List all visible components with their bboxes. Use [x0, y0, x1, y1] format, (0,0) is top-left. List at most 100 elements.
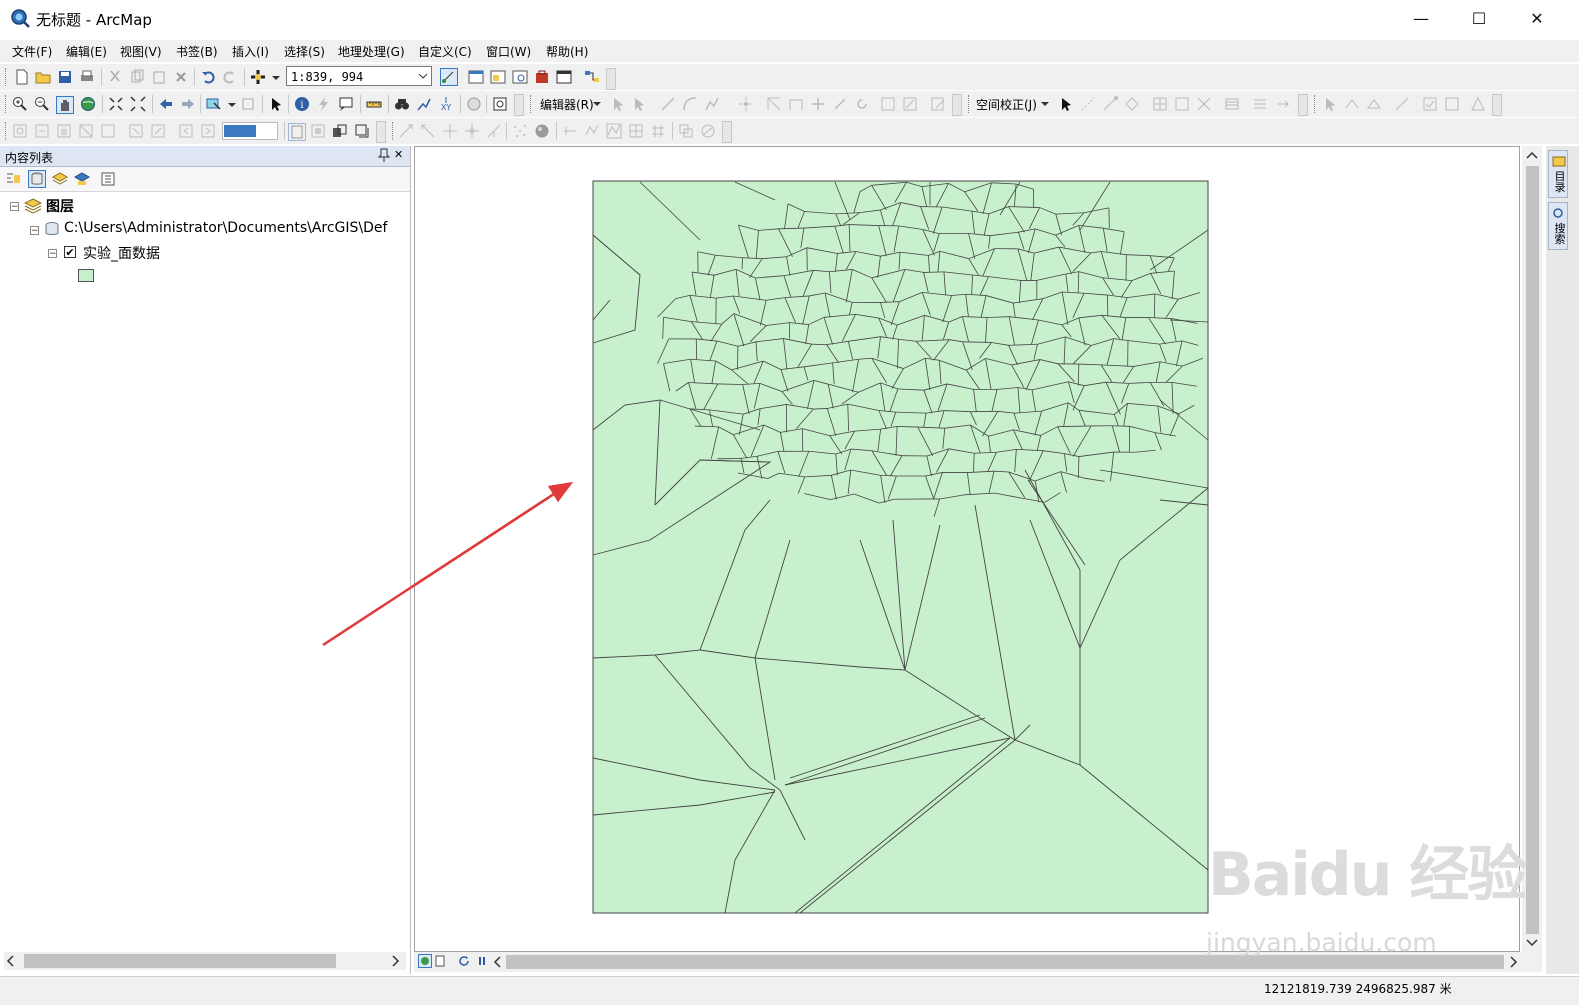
edit-tool-arrow-icon[interactable]: [610, 96, 626, 112]
attribute-transfer-icon[interactable]: [1276, 96, 1292, 112]
go-to-xy-icon[interactable]: XY: [438, 96, 454, 112]
list-by-selection-icon[interactable]: [74, 171, 90, 187]
copy-icon[interactable]: [129, 69, 145, 85]
save-icon[interactable]: [57, 69, 73, 85]
undo-icon[interactable]: [200, 69, 216, 85]
identify-info-icon[interactable]: i: [294, 96, 310, 112]
search-window-icon[interactable]: [512, 69, 528, 85]
toolbar-grip[interactable]: [392, 122, 396, 140]
menu-windows[interactable]: 窗口(W): [486, 43, 531, 60]
editor-toolbar-toggle-icon[interactable]: [440, 68, 458, 86]
modify-link-icon[interactable]: [1102, 96, 1118, 112]
menu-geoprocessing[interactable]: 地理处理(G): [338, 43, 405, 60]
edit-vertices-icon[interactable]: [766, 96, 782, 112]
layers-collapse-toggle[interactable]: −: [10, 202, 19, 211]
pause-drawing-icon[interactable]: [476, 955, 488, 967]
scroll-right-icon[interactable]: [390, 955, 400, 967]
layout-zoom-in-icon[interactable]: [12, 123, 28, 139]
forward-arrow-icon[interactable]: [180, 96, 196, 112]
toolbar-options-handle[interactable]: [514, 94, 524, 116]
fixed-zoom-in-layout-icon[interactable]: [128, 123, 144, 139]
scroll-up-icon[interactable]: [1526, 150, 1538, 160]
chevron-down-icon[interactable]: [416, 69, 430, 83]
layer-name[interactable]: 实验_面数据: [83, 243, 160, 263]
edit-annotation-icon[interactable]: [632, 96, 648, 112]
map-horizontal-scroll-thumb[interactable]: [506, 955, 1504, 969]
union-tool-icon[interactable]: [650, 123, 666, 139]
fixed-zoom-out-layout-icon[interactable]: [150, 123, 166, 139]
toggle-draft-mode-icon[interactable]: [288, 123, 306, 141]
edge-match-icon[interactable]: [1252, 96, 1268, 112]
select-features-arrow-icon[interactable]: [1058, 96, 1074, 112]
toolbar-grip[interactable]: [5, 122, 9, 140]
georef-rotate-icon[interactable]: [464, 123, 480, 139]
menu-edit[interactable]: 编辑(E): [66, 43, 107, 60]
toolbar-grip[interactable]: [530, 95, 534, 113]
back-arrow-icon[interactable]: [158, 96, 174, 112]
end-point-arc-icon[interactable]: [682, 96, 698, 112]
layer-visibility-checkbox[interactable]: ✔: [64, 246, 76, 258]
editor-dropdown-icon[interactable]: [592, 99, 602, 109]
scatter-points-icon[interactable]: [512, 123, 528, 139]
toc-scroll-thumb[interactable]: [24, 954, 336, 968]
toc-options-icon[interactable]: [100, 171, 116, 187]
hyperlink-lightning-icon[interactable]: [316, 96, 332, 112]
menu-bookmarks[interactable]: 书签(B): [176, 43, 218, 60]
toolbar-options-handle[interactable]: [1298, 94, 1308, 116]
sphere-icon[interactable]: [534, 123, 550, 139]
clear-selection-icon[interactable]: [240, 96, 256, 112]
pin-icon[interactable]: [378, 148, 390, 165]
list-by-source-icon[interactable]: [28, 170, 46, 188]
new-displacement-link-icon[interactable]: [1080, 96, 1096, 112]
generalize-icon[interactable]: [584, 123, 600, 139]
layers-root-label[interactable]: 图层: [46, 196, 74, 216]
topology-node-icon[interactable]: [562, 123, 578, 139]
smooth-icon[interactable]: [606, 123, 622, 139]
rotate-tool-icon[interactable]: [854, 96, 870, 112]
change-layout-icon[interactable]: [332, 123, 348, 139]
fixed-zoom-in-icon[interactable]: [108, 96, 124, 112]
layer-collapse-toggle[interactable]: −: [48, 249, 57, 258]
topology-edit-arrow-icon[interactable]: [1322, 96, 1338, 112]
toolbar-options-handle[interactable]: [1492, 94, 1502, 116]
pan-hand-icon[interactable]: [56, 96, 74, 114]
fix-topology-error-icon[interactable]: [1470, 96, 1486, 112]
clip-tool-icon[interactable]: [700, 123, 716, 139]
catalog-dock-tab[interactable]: 目录: [1548, 150, 1568, 198]
select-features-icon[interactable]: [206, 96, 222, 112]
attributes-icon[interactable]: [880, 96, 896, 112]
minimize-button[interactable]: —: [1398, 4, 1444, 34]
redo-icon[interactable]: [222, 69, 238, 85]
straight-segment-icon[interactable]: [660, 96, 676, 112]
new-limited-adjustment-icon[interactable]: [1174, 96, 1190, 112]
data-view-icon[interactable]: [418, 954, 432, 968]
toolbar-options-handle[interactable]: [606, 68, 616, 90]
html-popup-icon[interactable]: [338, 96, 354, 112]
add-data-icon[interactable]: [250, 69, 266, 85]
buffer-tool-icon[interactable]: [628, 123, 644, 139]
menu-view[interactable]: 视图(V): [120, 43, 162, 60]
split-tool-icon[interactable]: [832, 96, 848, 112]
menu-customize[interactable]: 自定义(C): [418, 43, 472, 60]
menu-insert[interactable]: 插入(I): [232, 43, 269, 60]
scroll-left-icon[interactable]: [6, 955, 16, 967]
overlap-tool-icon[interactable]: [678, 123, 694, 139]
add-data-dropdown-icon[interactable]: [268, 69, 284, 85]
new-document-icon[interactable]: [14, 69, 30, 85]
search-dock-tab[interactable]: 搜索: [1548, 202, 1568, 250]
layout-zoom-out-icon[interactable]: [34, 123, 50, 139]
map-vertical-scroll-thumb[interactable]: [1526, 166, 1539, 934]
toolbar-grip[interactable]: [5, 68, 9, 86]
create-features-icon[interactable]: [930, 96, 946, 112]
topology-edge-icon[interactable]: [1344, 96, 1360, 112]
toolbar-grip[interactable]: [1314, 95, 1318, 113]
spatial-adjustment-dropdown-icon[interactable]: [1040, 99, 1050, 109]
map-scale-input[interactable]: 1:839, 994: [286, 66, 432, 86]
sketch-properties-icon[interactable]: [902, 96, 918, 112]
menu-file[interactable]: 文件(F): [12, 43, 52, 60]
close-button[interactable]: ✕: [1514, 4, 1560, 34]
zoom-percent-combobox[interactable]: [222, 122, 278, 140]
go-back-extent-icon[interactable]: [178, 123, 194, 139]
find-binoculars-icon[interactable]: [394, 96, 410, 112]
full-extent-globe-icon[interactable]: [80, 96, 96, 112]
